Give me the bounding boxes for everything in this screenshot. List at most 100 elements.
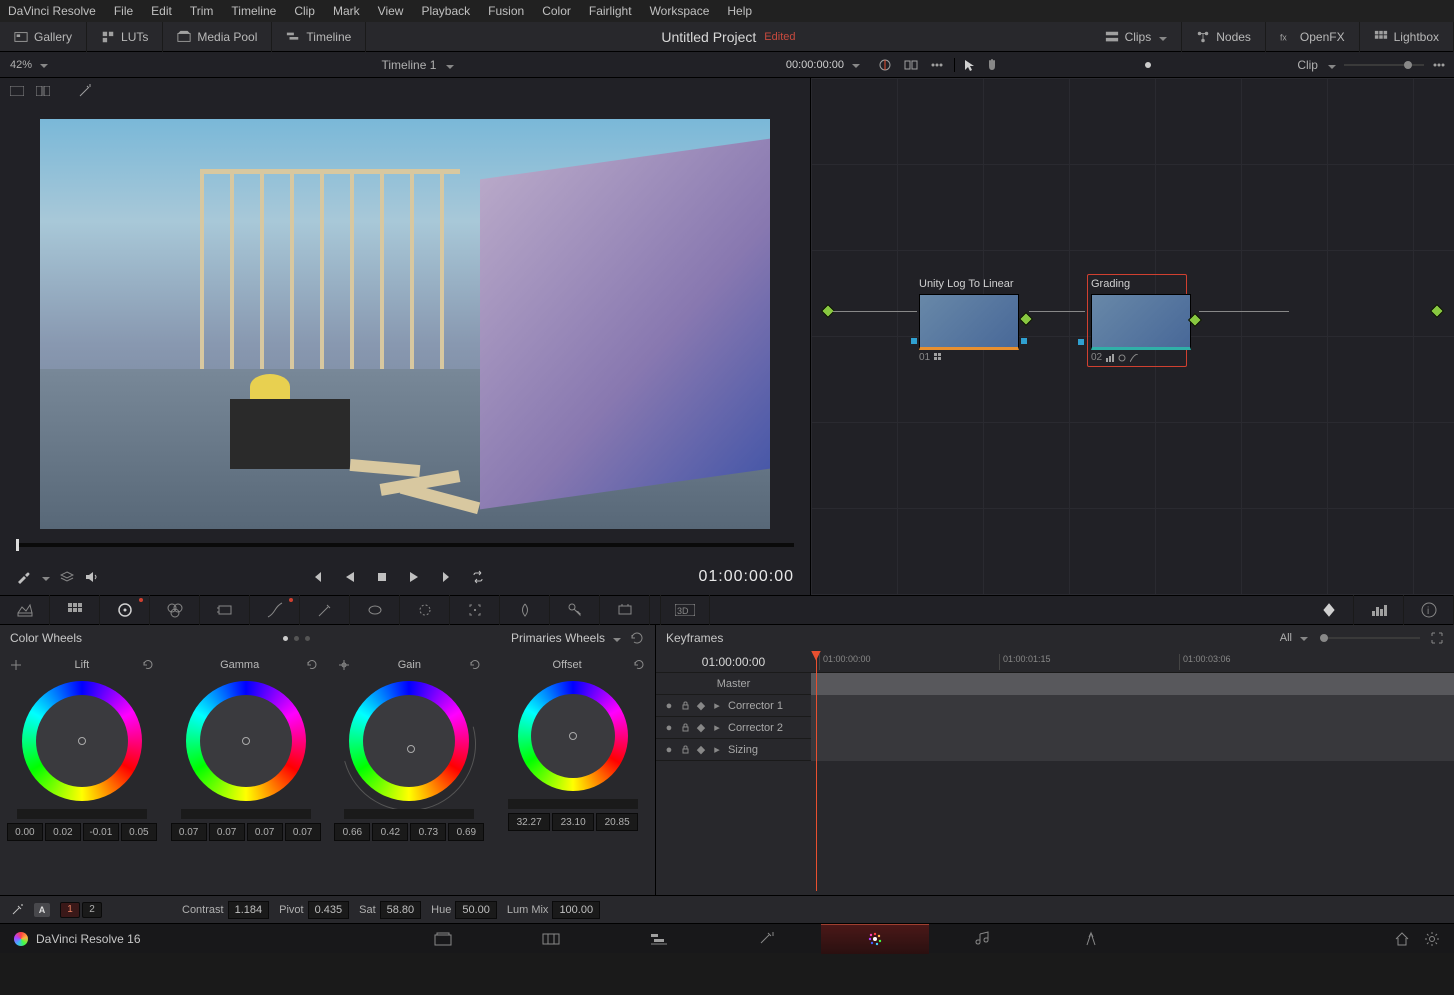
auto-adjust-icon[interactable] (10, 903, 24, 917)
reset-icon[interactable] (142, 659, 154, 671)
motion-effects-palette[interactable] (200, 595, 250, 625)
pivot-value[interactable]: 0.435 (308, 901, 350, 919)
auto-button[interactable]: A (34, 903, 50, 917)
color-wheels-palette[interactable] (100, 595, 150, 625)
image-wipe-icon[interactable] (874, 54, 896, 76)
gain-val-y[interactable]: 0.66 (334, 823, 370, 841)
magic-wand-icon[interactable] (74, 80, 96, 102)
tracker-palette[interactable] (450, 595, 500, 625)
expand-arrow-icon[interactable]: ▸ (712, 723, 722, 733)
keyframe-diamond-icon[interactable]: ◆ (696, 745, 706, 755)
source-timecode[interactable]: 00:00:00:00 (778, 59, 868, 71)
gamma-val-g[interactable]: 0.07 (247, 823, 283, 841)
gamma-color-wheel[interactable] (186, 681, 306, 801)
expand-arrow-icon[interactable]: ▸ (712, 701, 722, 711)
reset-icon[interactable] (633, 659, 645, 671)
mute-icon[interactable] (84, 570, 98, 584)
edit-page[interactable] (605, 924, 713, 954)
cut-page[interactable] (497, 924, 605, 954)
gain-master-slider[interactable] (344, 809, 474, 819)
fusion-page[interactable] (713, 924, 821, 954)
lift-color-wheel[interactable] (22, 681, 142, 801)
picker-icon[interactable] (338, 659, 350, 671)
media-pool-button[interactable]: Media Pool (163, 22, 272, 52)
menu-fairlight[interactable]: Fairlight (589, 4, 632, 18)
gain-val-g[interactable]: 0.73 (410, 823, 446, 841)
lift-val-g[interactable]: -0.01 (83, 823, 119, 841)
timeline-name[interactable]: Timeline 1 (381, 58, 436, 72)
page-dot[interactable] (294, 636, 299, 641)
color-page[interactable] (821, 924, 929, 954)
contrast-value[interactable]: 1.184 (228, 901, 270, 919)
offset-master-slider[interactable] (508, 799, 638, 809)
menu-workspace[interactable]: Workspace (650, 4, 710, 18)
sizing-palette[interactable] (600, 595, 650, 625)
menu-app[interactable]: DaVinci Resolve (8, 4, 96, 18)
timeline-button[interactable]: Timeline (272, 22, 366, 52)
keyframe-zoom-slider[interactable] (1320, 637, 1420, 639)
media-page[interactable] (389, 924, 497, 954)
viewer-scrubber[interactable] (0, 539, 810, 559)
fairlight-page[interactable] (929, 924, 1037, 954)
offset-val-r[interactable]: 32.27 (508, 813, 550, 831)
lock-icon[interactable] (680, 723, 690, 733)
keyframe-row-sizing[interactable]: ● ◆ ▸ Sizing (656, 739, 1454, 761)
options-icon[interactable] (1432, 58, 1446, 72)
scopes-panel-button[interactable] (1354, 595, 1404, 625)
layers-icon[interactable] (60, 570, 74, 584)
next-clip-icon[interactable] (439, 570, 453, 584)
adjust-page-1[interactable]: 1 (60, 902, 80, 918)
camera-raw-palette[interactable] (0, 595, 50, 625)
nodes-button[interactable]: Nodes (1182, 22, 1266, 52)
lift-val-r[interactable]: 0.02 (45, 823, 81, 841)
gamma-val-r[interactable]: 0.07 (209, 823, 245, 841)
picker-icon[interactable] (10, 659, 22, 671)
menu-view[interactable]: View (378, 4, 404, 18)
eyedropper-icon[interactable] (16, 570, 30, 584)
play-reverse-icon[interactable] (343, 570, 357, 584)
page-dot[interactable] (283, 636, 288, 641)
lock-icon[interactable] (680, 745, 690, 755)
gamma-val-y[interactable]: 0.07 (171, 823, 207, 841)
home-icon[interactable] (1394, 931, 1410, 947)
offset-val-g[interactable]: 23.10 (552, 813, 594, 831)
menu-clip[interactable]: Clip (294, 4, 315, 18)
gamma-val-b[interactable]: 0.07 (285, 823, 321, 841)
page-dot[interactable] (305, 636, 310, 641)
menu-timeline[interactable]: Timeline (231, 4, 276, 18)
keyframe-filter-dropdown[interactable]: All (1280, 632, 1308, 644)
enable-dot-icon[interactable]: ● (664, 745, 674, 755)
key-palette[interactable] (550, 595, 600, 625)
sat-value[interactable]: 58.80 (380, 901, 422, 919)
menu-playback[interactable]: Playback (421, 4, 470, 18)
viewer-mode-2[interactable] (32, 80, 54, 102)
keyframe-diamond-icon[interactable]: ◆ (696, 701, 706, 711)
viewer-mode-1[interactable] (6, 80, 28, 102)
window-palette[interactable] (400, 595, 450, 625)
blur-palette[interactable] (500, 595, 550, 625)
lift-master-slider[interactable] (17, 809, 147, 819)
prev-clip-icon[interactable] (311, 570, 325, 584)
reset-icon[interactable] (306, 659, 318, 671)
options-icon[interactable] (926, 54, 948, 76)
keyframe-row-corrector1[interactable]: ● ◆ ▸ Corrector 1 (656, 695, 1454, 717)
menu-trim[interactable]: Trim (190, 4, 214, 18)
lightbox-button[interactable]: Lightbox (1360, 22, 1454, 52)
deliver-page[interactable] (1037, 924, 1145, 954)
menu-color[interactable]: Color (542, 4, 571, 18)
keyframe-ruler[interactable]: 01:00:00:00 01:00:01:15 01:00:03:06 (811, 651, 1454, 673)
info-panel-button[interactable]: i (1404, 595, 1454, 625)
hue-value[interactable]: 50.00 (455, 901, 497, 919)
node-unity-log[interactable]: Unity Log To Linear 01 (919, 278, 1019, 363)
gain-color-wheel[interactable] (349, 681, 469, 801)
settings-gear-icon[interactable] (1424, 931, 1440, 947)
gain-val-b[interactable]: 0.69 (448, 823, 484, 841)
luts-button[interactable]: LUTs (87, 22, 163, 52)
primaries-mode-dropdown[interactable]: Primaries Wheels (511, 631, 621, 645)
offset-val-b[interactable]: 20.85 (596, 813, 638, 831)
menu-edit[interactable]: Edit (151, 4, 172, 18)
split-screen-icon[interactable] (900, 54, 922, 76)
enable-dot-icon[interactable]: ● (664, 723, 674, 733)
lift-val-y[interactable]: 0.00 (7, 823, 43, 841)
loop-icon[interactable] (471, 570, 485, 584)
